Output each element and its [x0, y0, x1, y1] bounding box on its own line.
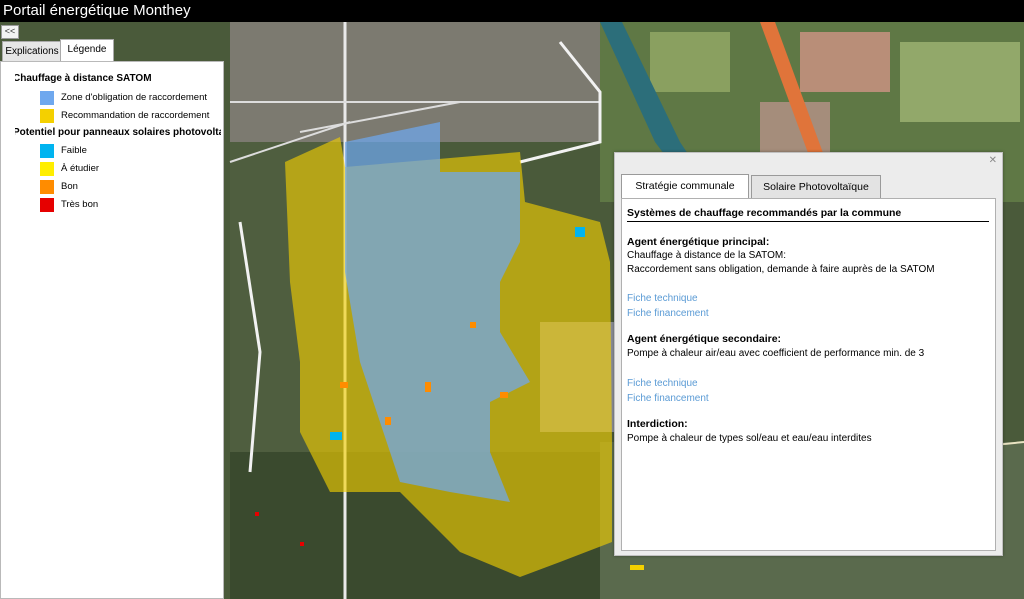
legend-group-solar[interactable]: ◢Potentiel pour panneaux solaires photov…: [15, 127, 221, 138]
tab-strategie-communale[interactable]: Stratégie communale: [621, 174, 749, 199]
tab-explications[interactable]: Explications: [2, 41, 62, 61]
fiche-financement-link[interactable]: Fiche financement: [627, 308, 709, 319]
solar-spot-good[interactable]: [340, 382, 348, 388]
tab-solaire-photovoltaique[interactable]: Solaire Photovoltaïque: [751, 175, 881, 198]
legend-swatch: [40, 144, 54, 158]
info-popup: ✕ Stratégie communale Solaire Photovolta…: [614, 152, 1003, 556]
principal-heading: Agent énergétique principal:: [627, 236, 770, 248]
popup-title: Systèmes de chauffage recommandés par la…: [627, 207, 989, 222]
solar-spot-low[interactable]: [575, 227, 585, 237]
legend-group-title: Potentiel pour panneaux solaires photovo…: [15, 127, 221, 138]
legend-swatch: [40, 91, 54, 105]
tab-legende[interactable]: Légende: [60, 39, 114, 61]
fiche-technique-link[interactable]: Fiche technique: [627, 293, 698, 304]
secondaire-line-1: Pompe à chaleur air/eau avec coefficient…: [627, 348, 925, 359]
solar-spot-good[interactable]: [425, 382, 431, 392]
legend-item-label: Très bon: [61, 199, 99, 210]
solar-spot-good[interactable]: [385, 417, 391, 425]
solar-spot-good[interactable]: [500, 392, 508, 398]
solar-spot-low[interactable]: [330, 432, 342, 440]
principal-line-1: Chauffage à distance de la SATOM:: [627, 250, 786, 261]
solar-spot-good[interactable]: [470, 322, 476, 328]
window-title: Portail énergétique Monthey: [0, 0, 1024, 22]
legend-swatch: [40, 180, 54, 194]
legend-item-label: Recommandation de raccordement: [61, 110, 210, 121]
legend-panel: ◢Chauffage à distance SATOM Zone d'oblig…: [0, 61, 224, 599]
interdiction-heading: Interdiction:: [627, 418, 688, 430]
legend-group-title: Chauffage à distance SATOM: [15, 73, 152, 84]
legend-swatch: [40, 162, 54, 176]
side-panel: Explications Légende ◢Chauffage à distan…: [0, 38, 224, 599]
legend-swatch: [40, 109, 54, 123]
legend-group-satom[interactable]: ◢Chauffage à distance SATOM: [15, 73, 221, 84]
popup-content: Systèmes de chauffage recommandés par la…: [621, 198, 996, 551]
fiche-technique-link[interactable]: Fiche technique: [627, 378, 698, 389]
close-icon[interactable]: ✕: [989, 155, 997, 166]
principal-line-2: Raccordement sans obligation, demande à …: [627, 264, 935, 275]
solar-spot-very-good[interactable]: [300, 542, 304, 546]
legend-swatch: [40, 198, 54, 212]
collapse-panel-button[interactable]: <<: [1, 25, 19, 39]
legend-item-label: Zone d'obligation de raccordement: [61, 92, 207, 103]
solar-spot-very-good[interactable]: [255, 512, 259, 516]
legend-item-label: À étudier: [61, 163, 100, 174]
legend-item-label: Bon: [61, 181, 78, 192]
secondaire-heading: Agent énergétique secondaire:: [627, 333, 782, 345]
fiche-financement-link[interactable]: Fiche financement: [627, 393, 709, 404]
solar-spot-study[interactable]: [630, 565, 644, 570]
interdiction-line-1: Pompe à chaleur de types sol/eau et eau/…: [627, 433, 872, 444]
legend-item-label: Faible: [61, 145, 87, 156]
